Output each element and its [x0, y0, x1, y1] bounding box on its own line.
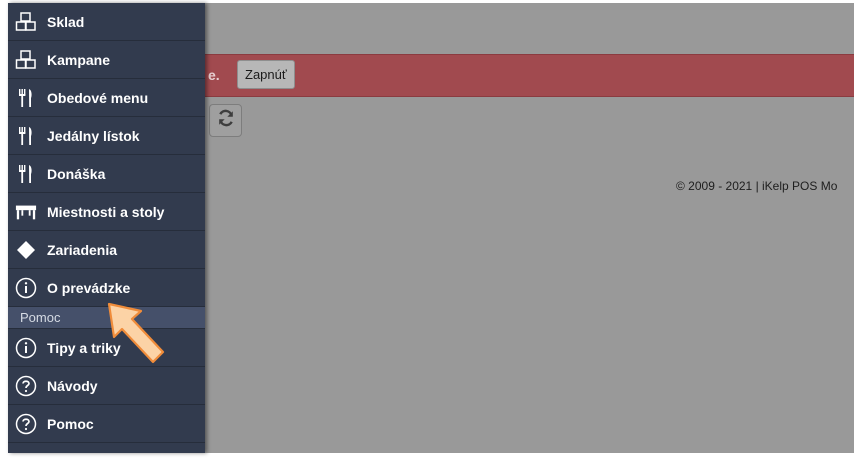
diamond-icon — [15, 239, 37, 261]
sidebar-item-jedalny-listok[interactable]: Jedálny lístok — [8, 117, 205, 155]
info-icon — [15, 337, 37, 359]
section-header-pomoc: Pomoc — [8, 307, 205, 329]
sidebar-item-zariadenia[interactable]: Zariadenia — [8, 231, 205, 269]
sidebar-item-label: Miestnosti a stoly — [47, 203, 165, 220]
sidebar-item-o-prevadzke[interactable]: O prevádzke — [8, 269, 205, 307]
question-icon — [15, 413, 37, 435]
app-window: e. Zapnúť © 2009 - 2021 | iKelp POS Mo S… — [0, 0, 862, 464]
sidebar-item-label: Tipy a triky — [47, 339, 121, 356]
sidebar-item-label: Obedové menu — [47, 89, 149, 106]
sidebar-item-obedove-menu[interactable]: Obedové menu — [8, 79, 205, 117]
alert-text: e. — [208, 67, 220, 83]
sidebar-item-label: O prevádzke — [47, 279, 131, 296]
sidebar-item-tipy-a-triky[interactable]: Tipy a triky — [8, 329, 205, 367]
utensils-icon — [15, 87, 37, 109]
sidebar-item-pomoc[interactable]: Pomoc — [8, 405, 205, 443]
utensils-icon — [15, 125, 37, 147]
sidebar-item-label: Kampane — [47, 51, 111, 68]
sidebar-item-miestnosti-a-stoly[interactable]: Miestnosti a stoly — [8, 193, 205, 231]
sidebar-item-label: Donáška — [47, 165, 106, 182]
utensils-icon — [15, 163, 37, 185]
refresh-icon — [216, 108, 236, 133]
table-icon — [15, 201, 37, 223]
sidebar-item-sklad[interactable]: Sklad — [8, 3, 205, 41]
boxes-icon — [15, 11, 37, 33]
question-icon — [15, 375, 37, 397]
sidebar-item-donaska[interactable]: Donáška — [8, 155, 205, 193]
footer-copyright: © 2009 - 2021 | iKelp POS Mo — [676, 179, 838, 193]
sidebar-menu: Sklad Kampane Obedové menu Jedálny lísto… — [8, 3, 205, 453]
info-icon — [15, 277, 37, 299]
sidebar-item-kampane[interactable]: Kampane — [8, 41, 205, 79]
sidebar-item-label: Pomoc — [47, 415, 94, 432]
sidebar-item-label: Návody — [47, 377, 98, 394]
enable-button[interactable]: Zapnúť — [237, 60, 295, 89]
sidebar-item-navody[interactable]: Návody — [8, 367, 205, 405]
refresh-button[interactable] — [209, 104, 242, 137]
sidebar-item-label: Zariadenia — [47, 241, 118, 258]
sidebar-item-label: Jedálny lístok — [47, 127, 140, 144]
boxes-icon — [15, 49, 37, 71]
sidebar-item-label: Sklad — [47, 13, 85, 30]
